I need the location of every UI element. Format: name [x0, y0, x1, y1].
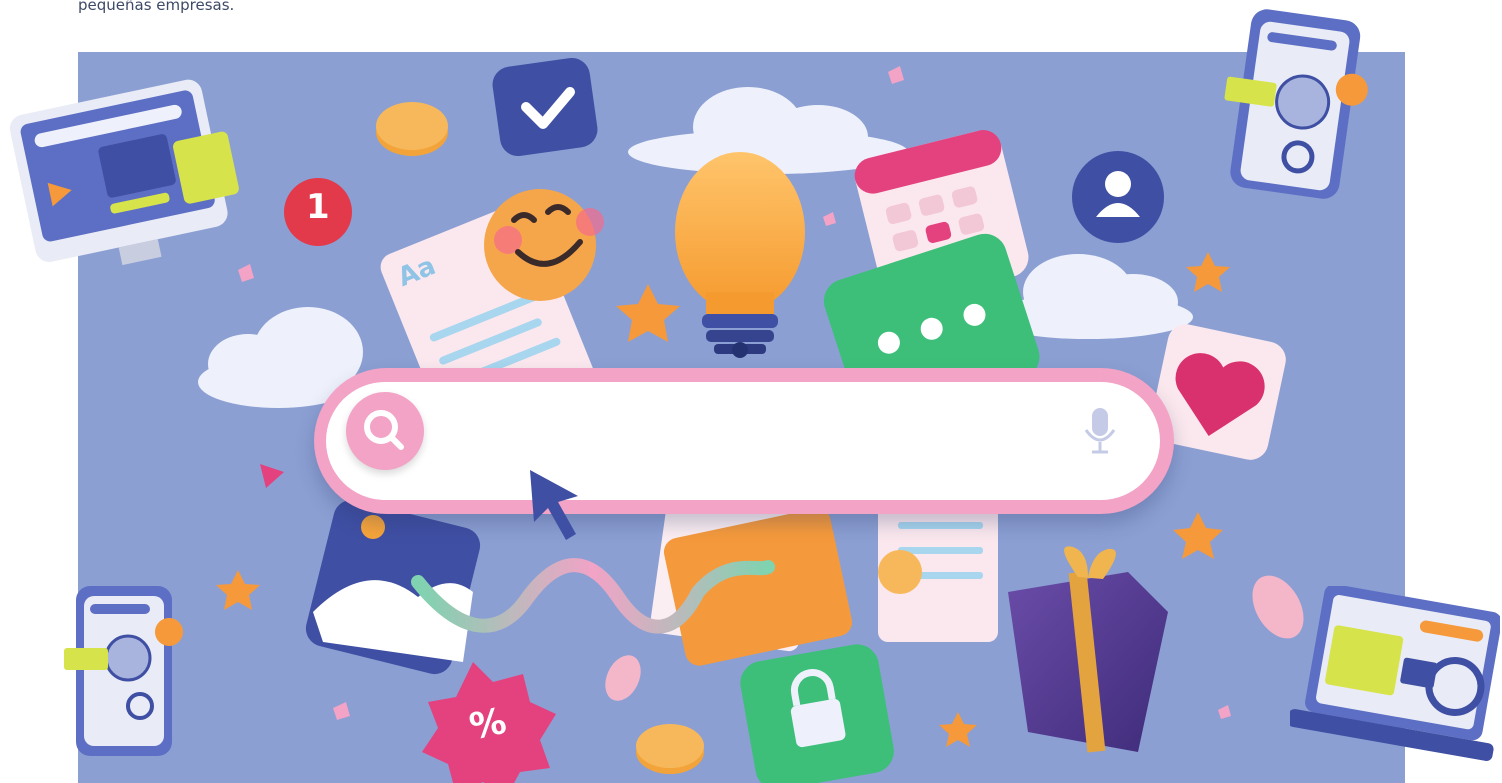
triangle-decoration: [260, 464, 284, 488]
lightbulb-icon: [675, 152, 805, 358]
cursor-icon: [530, 470, 578, 540]
monitor-illustration: [9, 79, 239, 266]
coin-icon: [376, 102, 448, 156]
user-icon: [1072, 151, 1164, 243]
microphone-icon: [1084, 408, 1116, 454]
hero-illustration: 1 Aa %: [78, 52, 1405, 783]
search-icon: [364, 410, 404, 450]
image-icon: [305, 499, 481, 675]
coin-icon-right: [878, 550, 922, 594]
folder-icon: [650, 494, 853, 666]
search-button[interactable]: [346, 392, 424, 470]
notification-badge-label: 1: [306, 187, 330, 227]
search-field[interactable]: [326, 382, 1160, 500]
phone-globe-illustration-bottom: [64, 586, 183, 756]
laptop-illustration: [1290, 586, 1500, 762]
smiley-emoji-icon: [484, 189, 604, 301]
search-input[interactable]: [436, 402, 1040, 462]
caption-text: pequeñas empresas.: [78, 0, 235, 14]
coin-icon-bottom: [636, 724, 704, 774]
phone-globe-illustration-top: [1224, 9, 1368, 199]
lock-icon: [740, 644, 894, 783]
checkmark-icon: [492, 57, 598, 157]
microphone-button[interactable]: [1080, 404, 1120, 460]
search-bar[interactable]: [314, 368, 1174, 514]
gift-icon: [1008, 546, 1168, 753]
petal-decoration-2: [605, 655, 641, 701]
